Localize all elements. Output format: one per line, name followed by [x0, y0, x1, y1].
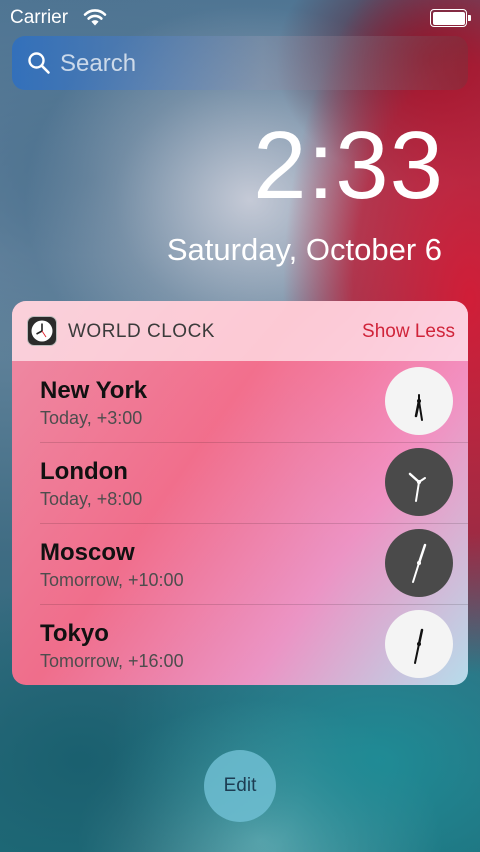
world-clock-row[interactable]: New York Today, +3:00 — [12, 361, 468, 442]
time-offset: Tomorrow, +16:00 — [40, 651, 184, 671]
city-name: London — [40, 458, 128, 485]
analog-clock-icon — [385, 610, 453, 678]
widget-header: WORLD CLOCK Show Less — [12, 301, 468, 361]
status-bar: Carrier — [0, 0, 480, 36]
widget-title: WORLD CLOCK — [68, 321, 215, 342]
time-offset: Today, +8:00 — [40, 489, 143, 509]
time-offset: Today, +3:00 — [40, 408, 143, 428]
world-clock-widget: WORLD CLOCK Show Less New York Today, +3… — [12, 301, 468, 685]
world-clock-row[interactable]: London Today, +8:00 — [12, 442, 468, 523]
battery-full-icon — [430, 9, 471, 27]
lock-screen-date: Saturday, October 6 — [166, 232, 442, 267]
time-offset: Tomorrow, +10:00 — [40, 570, 184, 590]
city-name: Moscow — [40, 539, 135, 566]
analog-clock-icon — [385, 529, 453, 597]
world-clock-row[interactable]: Tokyo Tomorrow, +16:00 — [12, 604, 468, 685]
city-name: New York — [40, 377, 148, 404]
world-clock-row[interactable]: Moscow Tomorrow, +10:00 — [12, 523, 468, 604]
analog-clock-icon — [385, 448, 453, 516]
show-less-button[interactable]: Show Less — [362, 321, 455, 343]
edit-widgets-button[interactable]: Edit — [204, 750, 276, 822]
search-icon — [27, 51, 51, 80]
clock-app-icon — [27, 316, 57, 346]
search-input[interactable] — [58, 44, 452, 84]
city-name: Tokyo — [40, 620, 109, 647]
analog-clock-icon — [385, 367, 453, 435]
lock-screen-time: 2:33 — [253, 112, 444, 219]
wifi-icon — [83, 8, 107, 31]
carrier-label: Carrier — [10, 7, 69, 28]
search-bar[interactable] — [12, 36, 468, 90]
